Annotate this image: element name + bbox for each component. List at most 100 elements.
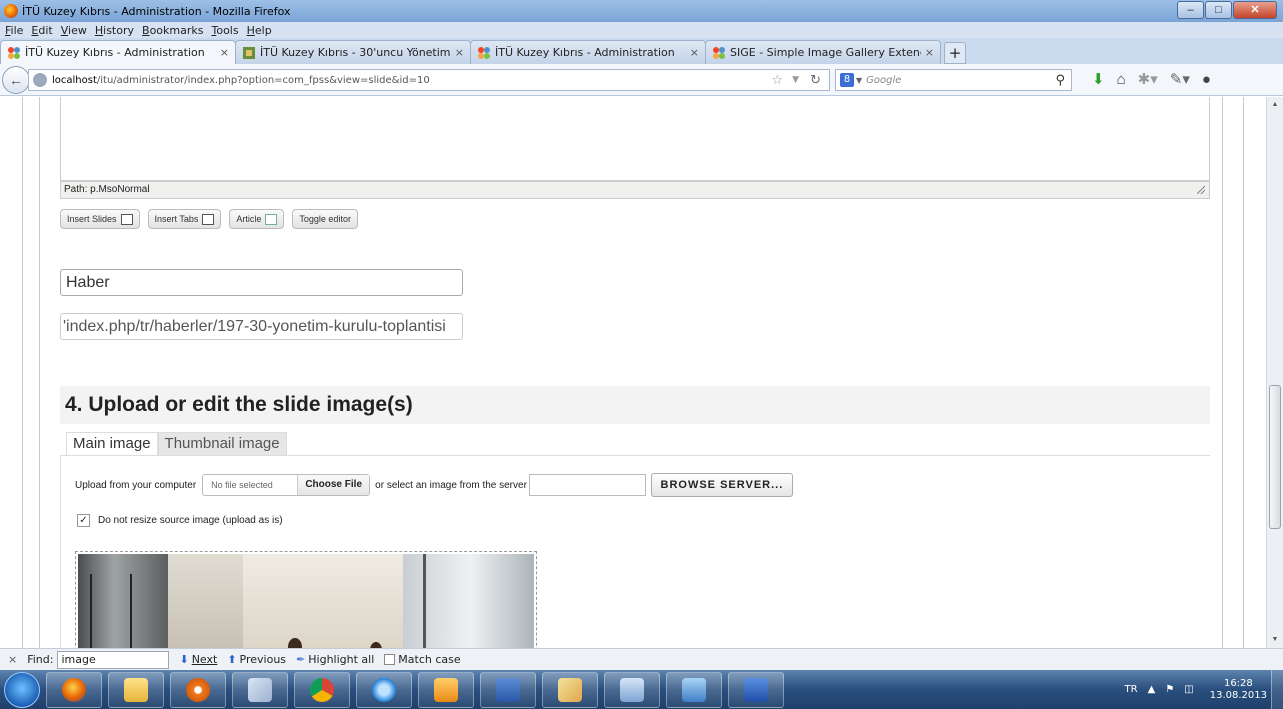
slides-icon [120,213,133,225]
match-case-checkbox[interactable] [384,654,396,665]
button-label: Insert Slides [67,214,117,224]
scroll-thumb[interactable] [1269,385,1281,529]
insert-tabs-button[interactable]: Insert Tabs [147,209,222,229]
shield-icon[interactable]: ● [1202,71,1211,88]
rich-text-editor[interactable] [60,97,1210,181]
taskbar-visio[interactable] [480,671,536,708]
match-case-label: Match case [398,653,461,666]
arrow-down-icon: ⬇ [179,653,189,666]
taskbar-paint[interactable] [542,671,598,708]
bookmark-star-icon[interactable]: ☆ [771,73,783,88]
maximize-button[interactable]: □ [1205,1,1232,19]
scroll-down-icon[interactable]: ▼ [1267,632,1283,648]
close-window-button[interactable]: ✕ [1233,1,1277,19]
snipping-tool-icon [248,677,272,702]
new-tab-button[interactable]: + [944,42,966,64]
url-bar[interactable]: localhost/itu/administrator/index.php?op… [28,69,830,91]
window-title: İTÜ Kuzey Kıbrıs - Administration - Mozi… [22,4,291,18]
search-icon[interactable]: ⚲ [1055,73,1065,88]
right-frame-border [1222,97,1244,648]
file-input[interactable]: No file selected Choose File [202,474,371,496]
highlight-all-button[interactable]: ✒ Highlight all [296,653,374,666]
taskbar-remote-desktop[interactable] [666,671,722,708]
google-icon: 8 [840,73,854,87]
taskbar-ie[interactable] [356,671,412,708]
home-icon[interactable]: ⌂ [1117,71,1126,88]
slide-photo [78,554,534,648]
tray-expand-icon[interactable]: ▲ [1148,684,1156,695]
pencil-icon[interactable]: ✎▾ [1170,70,1190,88]
show-desktop-button[interactable] [1271,670,1283,709]
search-engine-dropdown-icon[interactable]: ▼ [856,76,862,85]
choose-file-button[interactable]: Choose File [297,475,370,495]
tab-close-icon[interactable]: × [455,46,464,59]
reload-icon[interactable]: ↻ [810,73,821,88]
vertical-scrollbar[interactable]: ▲ ▼ [1266,97,1283,648]
find-close-icon[interactable]: × [8,653,17,666]
globe-icon [33,73,47,87]
menu-bookmarks[interactable]: Bookmarks [142,24,203,37]
find-next-button[interactable]: ⬇ Next [179,653,217,666]
tab-title: SIGE - Simple Image Gallery Extended... [730,46,921,59]
link-input[interactable]: 'index.php/tr/haberler/197-30-yonetim-ku… [60,313,463,340]
taskbar-word[interactable] [728,671,784,708]
menu-help[interactable]: Help [247,24,272,37]
taskbar-firefox[interactable] [46,671,102,708]
url-host: localhost [52,74,97,86]
addon-icon[interactable]: ✱▾ [1138,70,1158,88]
search-bar[interactable]: 8 ▼ Google ⚲ [835,69,1072,91]
site-icon [243,46,255,59]
tab-thumbnail-image[interactable]: Thumbnail image [157,432,287,456]
minimize-button[interactable]: – [1177,1,1204,19]
editor-path-bar: Path: p.MsoNormal [60,181,1210,199]
tab-main-image[interactable]: Main image [66,432,158,456]
taskbar-chrome[interactable] [294,671,350,708]
language-indicator[interactable]: TR [1125,684,1138,695]
toggle-editor-button[interactable]: Toggle editor [292,209,358,229]
find-input[interactable]: image [57,650,170,669]
menu-file[interactable]: File [5,24,23,37]
tab-close-icon[interactable]: × [220,46,229,59]
article-button[interactable]: Article [229,209,285,229]
server-image-input[interactable] [528,474,646,496]
button-label: Insert Tabs [154,214,199,224]
download-icon[interactable]: ⬇ [1092,70,1105,88]
toolbar-icons: ⬇ ⌂ ✱▾ ✎▾ ● [1080,70,1211,89]
browser-tab-3[interactable]: İTÜ Kuzey Kıbrıs - Administration × [470,40,706,64]
category-input[interactable]: Haber [60,269,463,296]
browse-server-button[interactable]: BROWSE SERVER... [650,473,793,497]
insert-slides-button[interactable]: Insert Slides [60,209,140,229]
clock[interactable]: 16:28 13.08.2013 [1210,678,1267,702]
flag-icon[interactable]: ⚑ [1165,684,1174,695]
photo-back-wall [243,554,403,648]
match-case-option[interactable]: Match case [384,653,461,666]
taskbar-snipping-tool[interactable] [232,671,288,708]
browser-tab-2[interactable]: İTÜ Kuzey Kıbrıs - 30'uncu Yönetim K... … [235,40,471,64]
history-dropdown-icon[interactable]: ▼ [792,75,799,85]
taskbar-media-player[interactable] [170,671,226,708]
back-button[interactable]: ← [2,65,30,94]
url-text: localhost/itu/administrator/index.php?op… [52,75,430,86]
network-icon[interactable]: ◫ [1184,684,1193,695]
button-label: Article [236,214,262,224]
browser-tab-4[interactable]: SIGE - Simple Image Gallery Extended... … [705,40,941,64]
taskbar-explorer[interactable] [108,671,164,708]
no-resize-label: Do not resize source image (upload as is… [98,515,283,526]
menu-history[interactable]: History [95,24,134,37]
menu-view[interactable]: View [61,24,87,37]
scroll-up-icon[interactable]: ▲ [1267,97,1283,113]
highlight-all-label: Highlight all [308,653,375,666]
tab-close-icon[interactable]: × [925,46,934,59]
tab-close-icon[interactable]: × [690,46,699,59]
menu-tools[interactable]: Tools [211,24,238,37]
start-button[interactable] [4,671,40,708]
paint-icon [558,677,582,702]
menu-edit[interactable]: Edit [31,24,52,37]
no-resize-checkbox[interactable]: ✓ [77,514,90,527]
taskbar-xampp[interactable] [604,671,660,708]
resize-grip-icon[interactable] [1197,186,1205,194]
ie-icon [372,677,396,702]
taskbar-outlook[interactable] [418,671,474,708]
find-previous-button[interactable]: ⬆ Previous [227,653,286,666]
browser-tab-1[interactable]: İTÜ Kuzey Kıbrıs - Administration × [0,40,236,64]
